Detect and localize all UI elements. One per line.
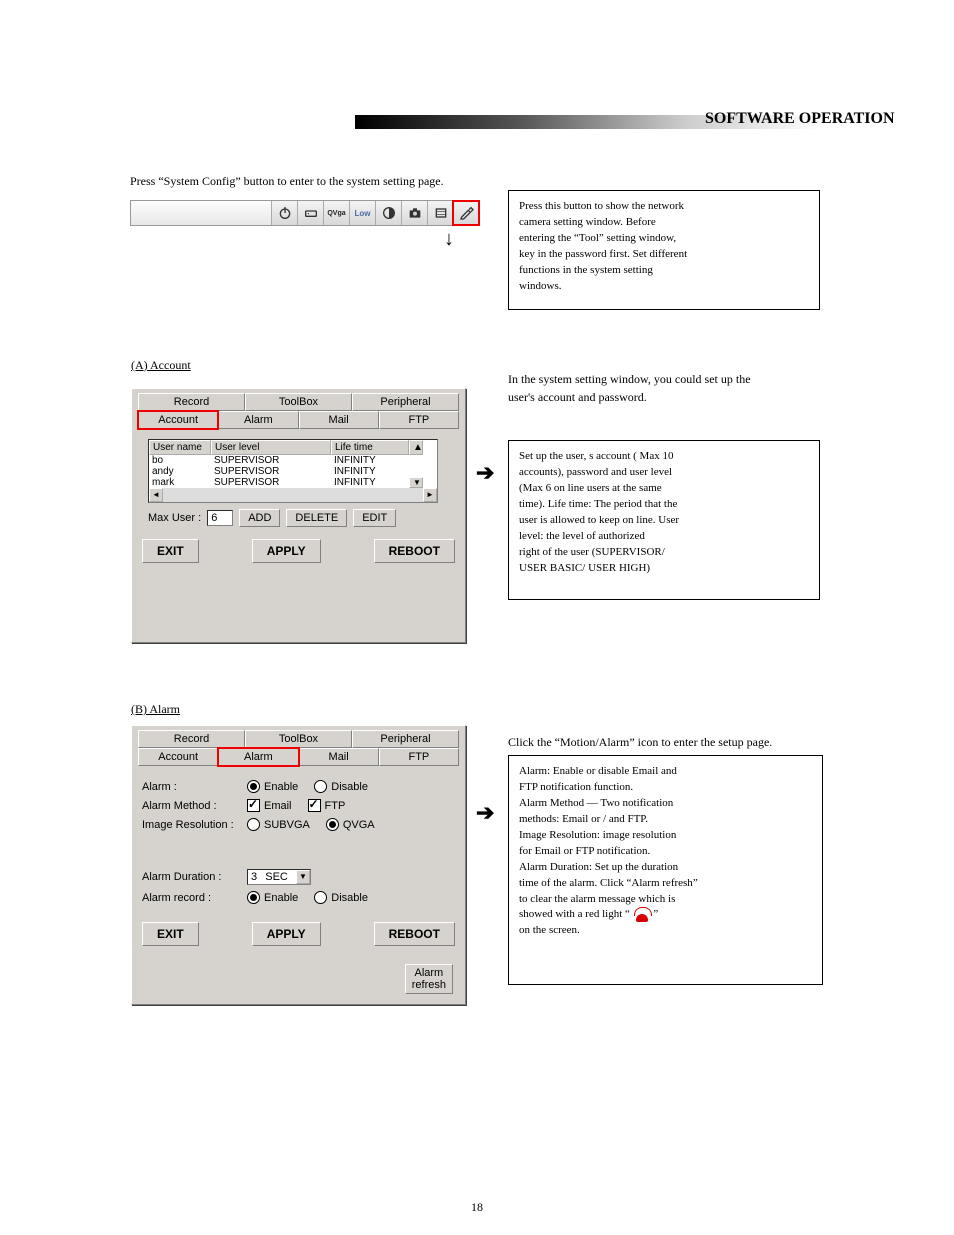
camera-icon[interactable] — [401, 201, 427, 225]
alarm-label: Alarm : — [142, 781, 247, 793]
maxuser-label: Max User : — [148, 512, 201, 524]
tab-toolbox[interactable]: ToolBox — [245, 393, 352, 411]
ftp-label: FTP — [325, 800, 346, 812]
alarm-dialog: Record ToolBox Peripheral Account Alarm … — [131, 725, 466, 1005]
down-arrow-icon: ↓ — [444, 228, 454, 251]
alarm-enable-radio[interactable] — [247, 780, 260, 793]
tab-peripheral[interactable]: Peripheral — [352, 730, 459, 748]
tab-row-bottom: Account Alarm Mail FTP — [132, 748, 465, 766]
subvga-radio[interactable] — [247, 818, 260, 831]
hscroll[interactable]: ◄ ► — [149, 488, 437, 502]
tab-alarm[interactable]: Alarm — [218, 748, 298, 766]
alarm-disable-radio[interactable] — [314, 780, 327, 793]
alarm-record-label: Alarm record : — [142, 892, 247, 904]
table-row[interactable]: andySUPERVISORINFINITY — [149, 466, 437, 477]
disable-label-2: Disable — [331, 892, 368, 904]
low-icon[interactable]: Low — [349, 201, 375, 225]
apply-button[interactable]: APPLY — [252, 539, 321, 563]
alarm-refresh-button[interactable]: Alarmrefresh — [405, 964, 453, 994]
record-disable-radio[interactable] — [314, 891, 327, 904]
power-icon[interactable] — [271, 201, 297, 225]
reboot-button[interactable]: REBOOT — [374, 539, 455, 563]
exit-button[interactable]: EXIT — [142, 922, 199, 946]
callout-alarm: Alarm: Enable or disable Email and FTP n… — [508, 755, 823, 985]
scroll-down-icon[interactable]: ▼ — [409, 477, 423, 488]
tab-row-top: Record ToolBox Peripheral — [132, 389, 465, 411]
email-check[interactable] — [247, 799, 260, 812]
page-number: 18 — [471, 1200, 483, 1215]
toolbar-intro: Press “System Config” button to enter to… — [130, 174, 444, 189]
image-res-label: Image Resolution : — [142, 819, 247, 831]
record-enable-radio[interactable] — [247, 891, 260, 904]
subvga-label: SUBVGA — [264, 819, 310, 831]
film-icon[interactable] — [427, 201, 453, 225]
disable-label: Disable — [331, 781, 368, 793]
col-username[interactable]: User name — [149, 440, 211, 455]
col-lifetime[interactable]: Life time — [331, 440, 409, 455]
alarm-duration-label: Alarm Duration : — [142, 871, 247, 883]
user-table: User name User level Life time ▲ boSUPER… — [148, 439, 438, 503]
alarm-method-label: Alarm Method : — [142, 800, 247, 812]
contrast-icon[interactable] — [375, 201, 401, 225]
beacon-icon — [633, 908, 651, 922]
drive-icon[interactable] — [297, 201, 323, 225]
duration-select[interactable]: 3 SEC ▼ — [247, 869, 311, 885]
enable-label: Enable — [264, 781, 298, 793]
ftp-check[interactable] — [308, 799, 321, 812]
table-row[interactable]: boSUPERVISORINFINITY — [149, 455, 437, 466]
exit-button[interactable]: EXIT — [142, 539, 199, 563]
alarm-rtext: Click the “Motion/Alarm” icon to enter t… — [508, 733, 818, 751]
tab-account[interactable]: Account — [138, 411, 218, 429]
toolbar: QVga Low — [130, 200, 480, 226]
col-userlevel[interactable]: User level — [211, 440, 331, 455]
arrow-icon: ➔ — [476, 800, 494, 826]
account-rtext: In the system setting window, you could … — [508, 370, 818, 406]
enable-label-2: Enable — [264, 892, 298, 904]
account-heading: (A) Account — [131, 358, 191, 373]
qvga-icon[interactable]: QVga — [323, 201, 349, 225]
tab-mail[interactable]: Mail — [299, 411, 379, 429]
tab-row-bottom: Account Alarm Mail FTP — [132, 411, 465, 429]
tab-peripheral[interactable]: Peripheral — [352, 393, 459, 411]
chevron-down-icon[interactable]: ▼ — [296, 870, 310, 884]
edit-button[interactable]: EDIT — [353, 509, 396, 527]
scroll-left-icon[interactable]: ◄ — [149, 488, 163, 502]
section-title: SOFTWARE OPERATION — [705, 110, 895, 128]
tab-record[interactable]: Record — [138, 730, 245, 748]
reboot-button[interactable]: REBOOT — [374, 922, 455, 946]
config-icon[interactable] — [453, 201, 479, 225]
tab-account[interactable]: Account — [138, 748, 218, 766]
callout-account: Set up the user, s account ( Max 10 acco… — [508, 440, 820, 600]
tab-mail[interactable]: Mail — [299, 748, 379, 766]
table-row[interactable]: markSUPERVISORINFINITY▼ — [149, 477, 437, 488]
add-button[interactable]: ADD — [239, 509, 280, 527]
callout-config: Press this button to show the network ca… — [508, 190, 820, 310]
scroll-right-icon[interactable]: ► — [423, 488, 437, 502]
account-dialog: Record ToolBox Peripheral Account Alarm … — [131, 388, 466, 643]
tab-ftp[interactable]: FTP — [379, 748, 459, 766]
email-label: Email — [264, 800, 292, 812]
alarm-heading: (B) Alarm — [131, 702, 180, 717]
delete-button[interactable]: DELETE — [286, 509, 347, 527]
qvga-radio[interactable] — [326, 818, 339, 831]
arrow-icon: ➔ — [476, 460, 494, 486]
scroll-up-icon[interactable]: ▲ — [409, 440, 423, 455]
tab-toolbox[interactable]: ToolBox — [245, 730, 352, 748]
qvga-label: QVGA — [343, 819, 375, 831]
apply-button[interactable]: APPLY — [252, 922, 321, 946]
tab-record[interactable]: Record — [138, 393, 245, 411]
maxuser-input[interactable] — [207, 510, 233, 526]
tab-ftp[interactable]: FTP — [379, 411, 459, 429]
tab-alarm[interactable]: Alarm — [218, 411, 298, 429]
tab-row-top: Record ToolBox Peripheral — [132, 726, 465, 748]
